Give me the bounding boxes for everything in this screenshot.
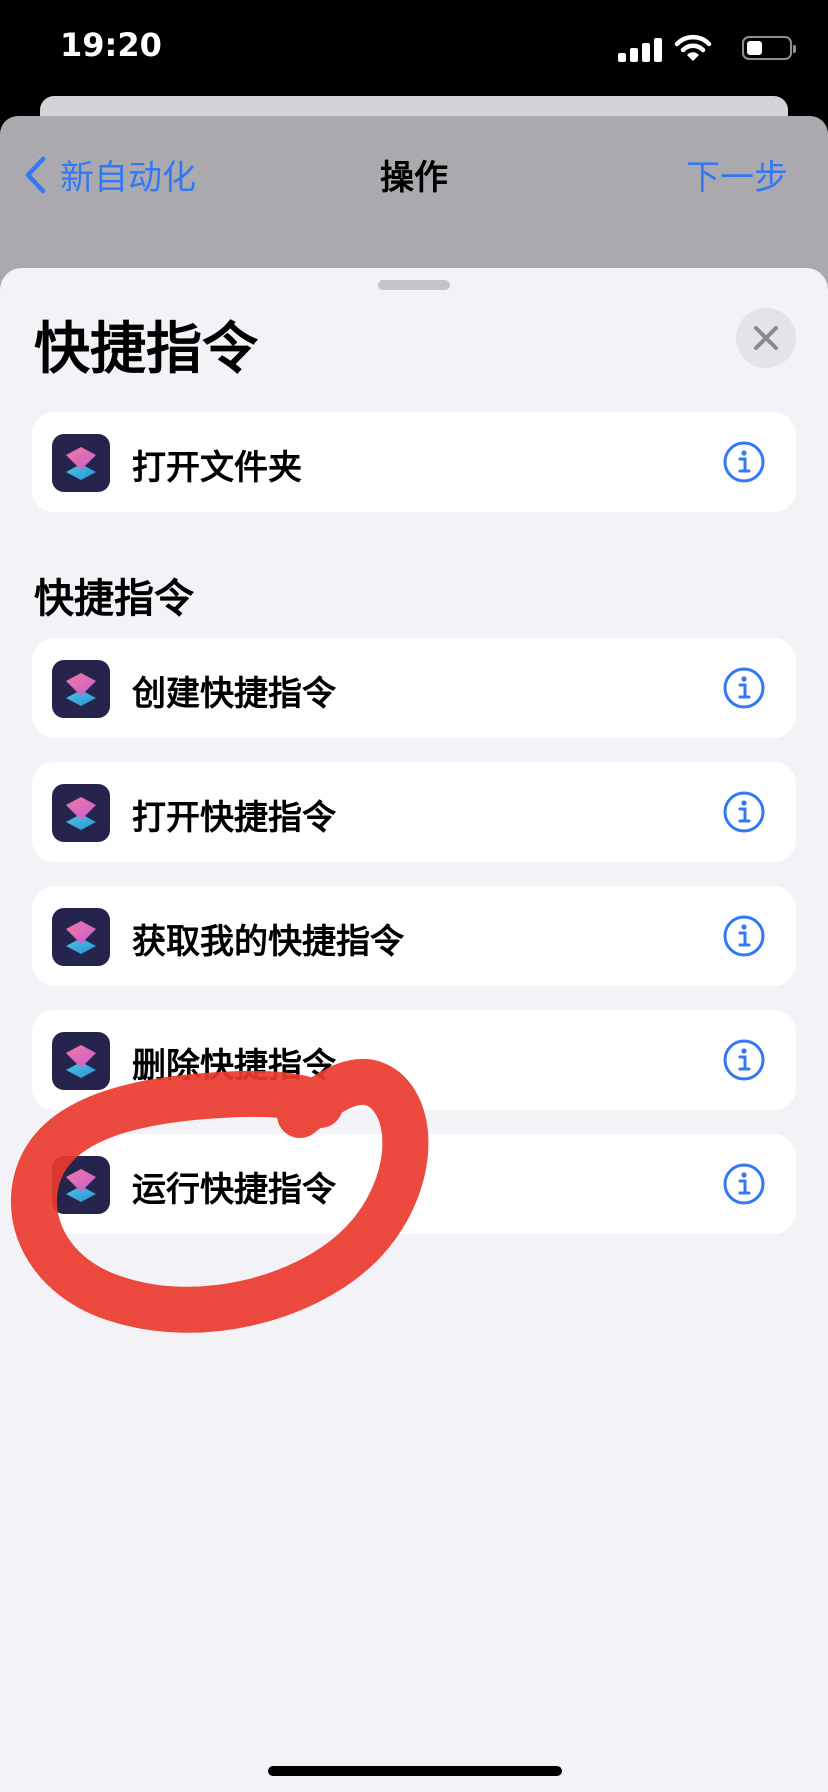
action-label: 获取我的快捷指令 [132, 922, 404, 962]
sheet-title: 快捷指令 [34, 317, 258, 382]
actions-sheet: 快捷指令 打开文件夹 快捷指令 创建快捷指令 打开快捷指令 获取我的快捷指令 删… [0, 268, 828, 1792]
shortcuts-app-icon [52, 434, 110, 492]
status-bar: 19:20 [0, 0, 828, 100]
shortcuts-app-icon [52, 1032, 110, 1090]
shortcuts-app-icon [52, 660, 110, 718]
wifi-icon [674, 34, 712, 62]
status-icons [592, 34, 796, 64]
close-icon [754, 326, 778, 350]
info-icon[interactable] [722, 666, 766, 710]
action-row-open-shortcut[interactable]: 打开快捷指令 [32, 762, 796, 862]
info-icon[interactable] [722, 1038, 766, 1082]
info-icon[interactable] [722, 440, 766, 484]
action-label: 删除快捷指令 [132, 1046, 336, 1086]
action-row-create-shortcut[interactable]: 创建快捷指令 [32, 638, 796, 738]
info-icon[interactable] [722, 914, 766, 958]
action-label: 运行快捷指令 [132, 1170, 336, 1210]
battery-icon [742, 36, 796, 60]
home-indicator[interactable] [268, 1766, 562, 1776]
action-row-run-shortcut[interactable]: 运行快捷指令 [32, 1134, 796, 1234]
sheet-grabber[interactable] [378, 280, 450, 290]
section-title: 快捷指令 [34, 576, 194, 622]
action-row-open-folder[interactable]: 打开文件夹 [32, 412, 796, 512]
shortcuts-app-icon [52, 1156, 110, 1214]
action-label: 打开快捷指令 [132, 798, 336, 838]
status-time: 19:20 [60, 26, 162, 64]
action-row-get-my-shortcuts[interactable]: 获取我的快捷指令 [32, 886, 796, 986]
action-label: 打开文件夹 [132, 448, 302, 488]
shortcuts-app-icon [52, 908, 110, 966]
action-row-delete-shortcuts[interactable]: 删除快捷指令 [32, 1010, 796, 1110]
cellular-signal-icon [618, 38, 662, 62]
battery-level [747, 41, 762, 55]
info-icon[interactable] [722, 790, 766, 834]
next-button[interactable]: 下一步 [686, 150, 788, 199]
shortcuts-app-icon [52, 784, 110, 842]
info-icon[interactable] [722, 1162, 766, 1206]
action-label: 创建快捷指令 [132, 674, 336, 714]
close-button[interactable] [736, 308, 796, 368]
